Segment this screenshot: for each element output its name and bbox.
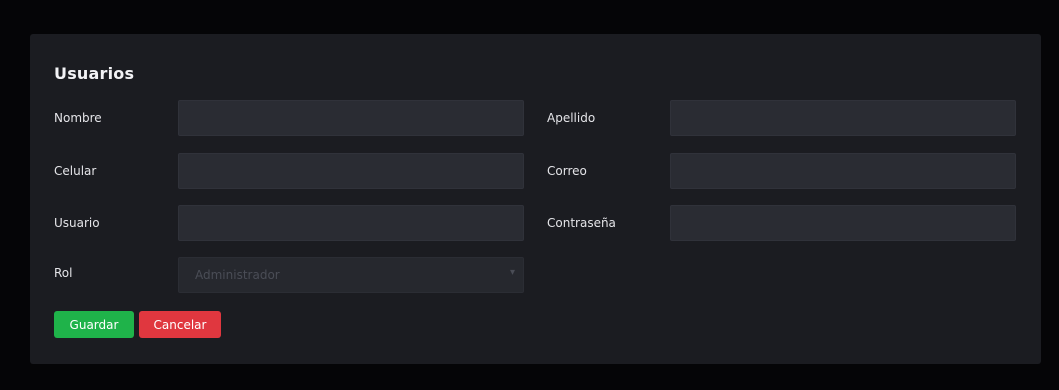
chevron-down-icon: ▾ [509,267,515,278]
celular-label: Celular [54,164,97,178]
contrasena-label: Contraseña [547,216,616,230]
contrasena-input[interactable] [670,205,1016,241]
save-button[interactable]: Guardar [54,311,134,338]
rol-selected-value: Administrador [195,268,280,282]
users-form-card: Usuarios Nombre Apellido Celular Correo … [30,34,1041,364]
nombre-label: Nombre [54,111,102,125]
rol-select[interactable]: Administrador ▾ [178,257,524,293]
celular-input[interactable] [178,153,524,189]
nombre-input[interactable] [178,100,524,136]
usuario-input[interactable] [178,205,524,241]
apellido-input[interactable] [670,100,1016,136]
correo-label: Correo [547,164,587,178]
correo-input[interactable] [670,153,1016,189]
usuario-label: Usuario [54,216,100,230]
form-title: Usuarios [54,64,135,83]
cancel-button[interactable]: Cancelar [139,311,221,338]
rol-label: Rol [54,266,73,280]
apellido-label: Apellido [547,111,596,125]
